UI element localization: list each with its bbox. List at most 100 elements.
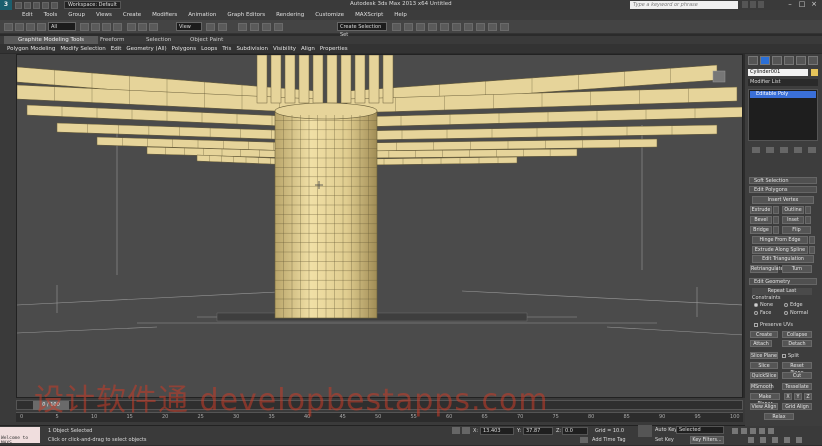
- previous-frame-icon[interactable]: [741, 428, 747, 434]
- open-file-icon[interactable]: [24, 1, 31, 9]
- tab-object-paint[interactable]: Object Paint: [190, 36, 223, 44]
- display-tab-icon[interactable]: [796, 56, 806, 65]
- slice-button[interactable]: Slice: [750, 362, 778, 369]
- zoom-icon[interactable]: [748, 437, 754, 443]
- graphite-tools-icon[interactable]: [428, 23, 437, 31]
- unlink-icon[interactable]: [37, 23, 46, 31]
- menu-item-customize[interactable]: Customize: [315, 12, 344, 18]
- hinge-settings-button[interactable]: [809, 236, 815, 244]
- make-planar-button[interactable]: Make Planar: [750, 393, 780, 407]
- constraint-normal-radio[interactable]: Normal: [784, 310, 808, 316]
- menu-item-modifiers[interactable]: Modifiers: [152, 12, 177, 18]
- absolute-mode-icon[interactable]: [462, 427, 470, 434]
- rollout-edit-geometry[interactable]: Edit Geometry: [749, 278, 817, 285]
- window-crossing-icon[interactable]: [113, 23, 122, 31]
- planar-y-button[interactable]: Y: [794, 393, 802, 400]
- zoom-all-icon[interactable]: [760, 437, 766, 443]
- planar-x-button[interactable]: X: [784, 393, 792, 400]
- maxscript-listener[interactable]: Welcome to MAXS: [0, 427, 40, 446]
- layer-manager-icon[interactable]: [416, 23, 425, 31]
- menu-item-maxscript[interactable]: MAXScript: [355, 12, 383, 18]
- preserve-uvs-checkbox[interactable]: Preserve UVs: [754, 322, 793, 328]
- extrude-along-spline-button[interactable]: Extrude Along Spline: [752, 246, 808, 254]
- undo-icon[interactable]: [4, 23, 13, 31]
- hinge-from-edge-button[interactable]: Hinge From Edge: [752, 236, 808, 244]
- ribbon-panel-loops[interactable]: Loops: [201, 46, 217, 52]
- align-icon[interactable]: [404, 23, 413, 31]
- close-icon[interactable]: ×: [808, 0, 820, 9]
- search-input[interactable]: Type a keyword or phrase: [630, 1, 738, 9]
- inset-button[interactable]: Inset: [782, 216, 804, 224]
- redo-icon[interactable]: [15, 23, 24, 31]
- constraint-none-radio[interactable]: None: [754, 302, 773, 308]
- render-setup-icon[interactable]: [476, 23, 485, 31]
- constraint-edge-radio[interactable]: Edge: [784, 302, 803, 308]
- detach-button[interactable]: Detach: [782, 340, 812, 347]
- utilities-tab-icon[interactable]: [808, 56, 818, 65]
- key-selection-dropdown[interactable]: Selected: [676, 426, 724, 434]
- ribbon-panel-align[interactable]: Align: [301, 46, 315, 52]
- ribbon-panel-polygon-modeling[interactable]: Polygon Modeling: [7, 46, 55, 52]
- menu-item-animation[interactable]: Animation: [188, 12, 216, 18]
- create-tab-icon[interactable]: [748, 56, 758, 65]
- menu-item-edit[interactable]: Edit: [22, 12, 33, 18]
- perspective-viewport[interactable]: [16, 54, 743, 398]
- edit-triangulation-button[interactable]: Edit Triangulation: [752, 255, 814, 263]
- select-by-name-icon[interactable]: [91, 23, 100, 31]
- bridge-settings-button[interactable]: [773, 226, 779, 234]
- insert-vertex-button[interactable]: Insert Vertex: [752, 196, 814, 204]
- rendered-frame-icon[interactable]: [488, 23, 497, 31]
- bevel-button[interactable]: Bevel: [750, 216, 772, 224]
- extrude-spline-settings-button[interactable]: [809, 246, 815, 254]
- attach-button[interactable]: Attach: [750, 340, 772, 347]
- bridge-button[interactable]: Bridge: [750, 226, 772, 234]
- move-icon[interactable]: [127, 23, 136, 31]
- ribbon-panel-modify-selection[interactable]: Modify Selection: [60, 46, 105, 52]
- extrude-settings-button[interactable]: [773, 206, 779, 214]
- bevel-settings-button[interactable]: [773, 216, 779, 224]
- menu-item-tools[interactable]: Tools: [44, 12, 58, 18]
- app-logo-icon[interactable]: 3: [0, 0, 12, 10]
- percent-snap-icon[interactable]: [262, 23, 271, 31]
- key-filters-button[interactable]: Key Filters...: [690, 436, 724, 444]
- view-align-button[interactable]: View Align: [750, 403, 778, 410]
- save-file-icon[interactable]: [33, 1, 40, 9]
- pin-stack-icon[interactable]: [752, 147, 760, 153]
- outline-button[interactable]: Outline: [782, 206, 804, 214]
- turn-button[interactable]: Turn: [782, 265, 812, 273]
- key-mode-icon[interactable]: [638, 425, 652, 437]
- rotate-icon[interactable]: [138, 23, 147, 31]
- new-file-icon[interactable]: [15, 1, 22, 9]
- orbit-icon[interactable]: [784, 437, 790, 443]
- cylinder-mesh[interactable]: [274, 102, 378, 319]
- selection-filter-dropdown[interactable]: All: [48, 22, 76, 31]
- schematic-view-icon[interactable]: [452, 23, 461, 31]
- hierarchy-tab-icon[interactable]: [772, 56, 782, 65]
- time-tag-icon[interactable]: [580, 437, 588, 443]
- play-icon[interactable]: [750, 428, 756, 434]
- ribbon-panel-subdivision[interactable]: Subdivision: [236, 46, 268, 52]
- motion-tab-icon[interactable]: [784, 56, 794, 65]
- ribbon-panel-polygons[interactable]: Polygons: [172, 46, 196, 52]
- remove-modifier-icon[interactable]: [794, 147, 802, 153]
- help-icon[interactable]: [758, 1, 764, 8]
- ribbon-panel-tris[interactable]: Tris: [222, 46, 231, 52]
- menu-item-views[interactable]: Views: [96, 12, 112, 18]
- rollout-edit-polygons[interactable]: Edit Polygons: [749, 186, 817, 193]
- cut-button[interactable]: Cut: [782, 372, 812, 379]
- star-icon[interactable]: [750, 1, 756, 8]
- scale-icon[interactable]: [149, 23, 158, 31]
- next-frame-icon[interactable]: [759, 428, 765, 434]
- collapse-button[interactable]: Collapse: [782, 331, 812, 338]
- constraint-face-radio[interactable]: Face: [754, 310, 771, 316]
- pivot-center-icon[interactable]: [206, 23, 215, 31]
- stack-item-editable-poly[interactable]: Editable Poly: [750, 91, 816, 98]
- render-teapot-icon[interactable]: [500, 23, 509, 31]
- tab-freeform[interactable]: Freeform: [100, 36, 125, 44]
- menu-item-create[interactable]: Create: [123, 12, 141, 18]
- menu-item-group[interactable]: Group: [68, 12, 85, 18]
- add-time-tag-button[interactable]: Add Time Tag: [592, 437, 626, 443]
- binoculars-icon[interactable]: [742, 1, 748, 8]
- ribbon-panel-visibility[interactable]: Visibility: [273, 46, 296, 52]
- reset-plane-button[interactable]: Reset Plane: [782, 362, 812, 376]
